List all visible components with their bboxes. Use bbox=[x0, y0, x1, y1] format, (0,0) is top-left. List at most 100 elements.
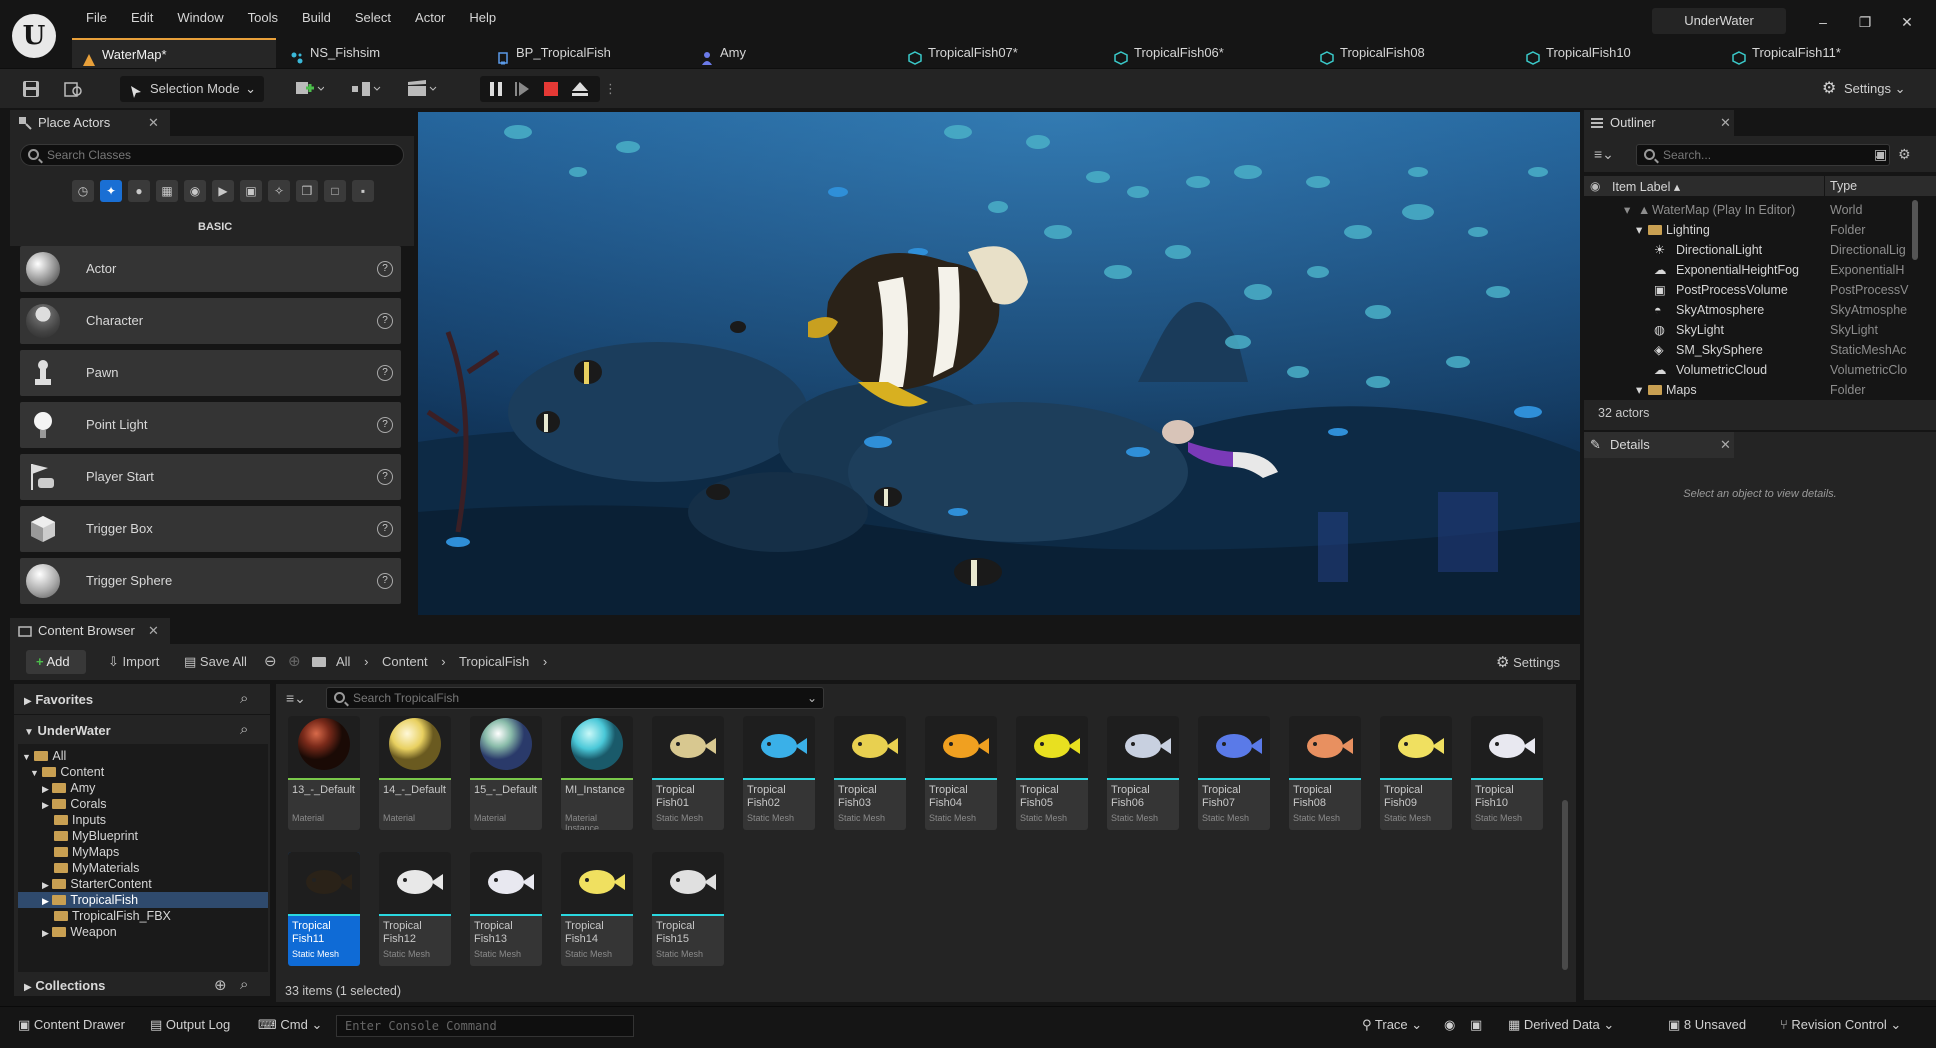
breadcrumb-all[interactable]: All bbox=[336, 654, 350, 669]
forward-icon[interactable]: ⊕ bbox=[288, 652, 301, 670]
console-input[interactable]: Enter Console Command bbox=[336, 1015, 634, 1037]
outliner-scrollbar[interactable] bbox=[1912, 200, 1918, 260]
pause-icon[interactable] bbox=[488, 76, 506, 102]
tree-tropicalfish-fbx[interactable]: TropicalFish_FBX bbox=[54, 908, 171, 924]
record-icon[interactable]: ◉ bbox=[1444, 1007, 1455, 1043]
asset-tile[interactable]: Tropical Fish02 Static Mesh bbox=[743, 716, 815, 830]
geometry-icon[interactable]: ✧ bbox=[268, 180, 290, 202]
close-icon[interactable]: ✕ bbox=[148, 110, 159, 136]
filter-icon[interactable]: ≡⌄ bbox=[1594, 146, 1614, 163]
asset-tile[interactable]: Tropical Fish07 Static Mesh bbox=[1198, 716, 1270, 830]
basic-icon[interactable]: ✦ bbox=[100, 180, 122, 202]
menu-actor[interactable]: Actor bbox=[403, 10, 457, 25]
stop-icon[interactable] bbox=[543, 76, 561, 102]
help-icon[interactable]: ? bbox=[377, 521, 393, 537]
tree-startercontent[interactable]: ▶ StarterContent bbox=[42, 876, 152, 892]
selection-mode-dropdown[interactable]: Selection Mode ⌄ bbox=[120, 76, 264, 102]
outliner-row-lighting[interactable]: ▾ Lighting Folder bbox=[1584, 220, 1936, 240]
menu-file[interactable]: File bbox=[74, 10, 119, 25]
actor-item-player-start[interactable]: Player Start ? bbox=[20, 454, 401, 500]
tree-mymaterials[interactable]: MyMaterials bbox=[54, 860, 139, 876]
tab-tropicalfish08[interactable]: TropicalFish08 bbox=[1310, 38, 1510, 68]
menu-edit[interactable]: Edit bbox=[119, 10, 165, 25]
layout-icon[interactable]: □ bbox=[324, 180, 346, 202]
settings-button[interactable]: ⚙ Settings ⌄ bbox=[1820, 76, 1920, 102]
close-icon[interactable]: ✕ bbox=[148, 618, 159, 644]
visibility-icon[interactable]: ◉ bbox=[1590, 179, 1600, 193]
lights-icon[interactable]: ● bbox=[128, 180, 150, 202]
close-icon[interactable]: ✕ bbox=[1892, 10, 1922, 34]
cmd-dropdown[interactable]: ⌨ Cmd ⌄ bbox=[258, 1007, 322, 1043]
asset-tile[interactable]: Tropical Fish01 Static Mesh bbox=[652, 716, 724, 830]
actor-item-actor[interactable]: Actor ? bbox=[20, 246, 401, 292]
blueprint-menu-icon[interactable] bbox=[350, 76, 390, 102]
actor-item-character[interactable]: Character ? bbox=[20, 298, 401, 344]
import-button[interactable]: ⇩ Import bbox=[108, 654, 159, 670]
outliner-row-fog[interactable]: ☁ ExponentialHeightFog ExponentialH bbox=[1584, 260, 1936, 280]
expand-arrow-icon[interactable]: ▾ bbox=[1636, 220, 1642, 240]
asset-tile[interactable]: Tropical Fish13 Static Mesh bbox=[470, 852, 542, 966]
minimize-icon[interactable]: – bbox=[1808, 10, 1838, 34]
menu-window[interactable]: Window bbox=[165, 10, 235, 25]
add-button[interactable]: + Add bbox=[26, 650, 86, 674]
menu-help[interactable]: Help bbox=[457, 10, 508, 25]
output-log-button[interactable]: ▤ Output Log bbox=[150, 1007, 230, 1043]
browse-icon[interactable] bbox=[64, 76, 90, 102]
expand-arrow-icon[interactable]: ▾ bbox=[1624, 200, 1630, 220]
expand-arrow-icon[interactable]: ▾ bbox=[1636, 380, 1642, 400]
revision-control-dropdown[interactable]: ⑂ Revision Control ⌄ bbox=[1780, 1007, 1901, 1043]
tab-tropicalfish06[interactable]: TropicalFish06* bbox=[1104, 38, 1304, 68]
content-drawer-button[interactable]: ▣ Content Drawer bbox=[18, 1007, 125, 1043]
outliner-row-skylight[interactable]: ◍ SkyLight SkyLight bbox=[1584, 320, 1936, 340]
menu-select[interactable]: Select bbox=[343, 10, 403, 25]
asset-tile[interactable]: MI_Instance Material Instance bbox=[561, 716, 633, 830]
tree-mymaps[interactable]: MyMaps bbox=[54, 844, 119, 860]
collections-header[interactable]: ▶ Collections bbox=[24, 978, 105, 993]
cinematics-icon[interactable] bbox=[406, 76, 446, 102]
actor-item-point-light[interactable]: Point Light ? bbox=[20, 402, 401, 448]
unreal-logo-icon[interactable]: U bbox=[12, 14, 56, 58]
tree-myblueprint[interactable]: MyBlueprint bbox=[54, 828, 138, 844]
outliner-row-skysphere[interactable]: ◈ SM_SkySphere StaticMeshAc bbox=[1584, 340, 1936, 360]
step-icon[interactable] bbox=[514, 76, 532, 102]
asset-tile[interactable]: Tropical Fish10 Static Mesh bbox=[1471, 716, 1543, 830]
asset-tile[interactable]: 14_-_Default Material bbox=[379, 716, 451, 830]
favorites-header[interactable]: ▶ Favorites bbox=[24, 692, 93, 707]
search-classes-input[interactable]: Search Classes bbox=[20, 144, 404, 166]
help-icon[interactable]: ? bbox=[377, 261, 393, 277]
tree-all[interactable]: ▼ All bbox=[22, 748, 66, 764]
outliner-row-directionallight[interactable]: ☀ DirectionalLight DirectionalLig bbox=[1584, 240, 1936, 260]
more-options-icon[interactable]: ⋮ bbox=[604, 76, 617, 102]
column-item-label[interactable]: Item Label ▴ bbox=[1612, 179, 1680, 194]
save-all-button[interactable]: ▤ Save All bbox=[184, 654, 247, 670]
cb-settings-button[interactable]: ⚙ Settings bbox=[1496, 653, 1560, 671]
tree-tropicalfish[interactable]: ▶ TropicalFish bbox=[42, 892, 138, 908]
tree-amy[interactable]: ▶ Amy bbox=[42, 780, 95, 796]
tab-bp-tropicalfish[interactable]: BP_TropicalFish bbox=[486, 38, 686, 68]
menu-build[interactable]: Build bbox=[290, 10, 343, 25]
tab-ns-fishsim[interactable]: NS_Fishsim bbox=[280, 38, 480, 68]
asset-tile[interactable]: Tropical Fish03 Static Mesh bbox=[834, 716, 906, 830]
help-icon[interactable]: ? bbox=[377, 365, 393, 381]
add-folder-icon[interactable]: ▣ bbox=[1874, 146, 1887, 163]
asset-tile[interactable]: 13_-_Default Material bbox=[288, 716, 360, 830]
cinematic-icon[interactable]: ◉ bbox=[184, 180, 206, 202]
actor-item-trigger-box[interactable]: Trigger Box ? bbox=[20, 506, 401, 552]
volumes-icon[interactable]: ▣ bbox=[240, 180, 262, 202]
asset-search-input[interactable]: Search TropicalFish ⌄ bbox=[326, 687, 824, 709]
shapes-icon[interactable]: ▦ bbox=[156, 180, 178, 202]
visual-effects-icon[interactable]: ▶ bbox=[212, 180, 234, 202]
outliner-row-skyatmosphere[interactable]: ◓ SkyAtmosphere SkyAtmosphe bbox=[1584, 300, 1936, 320]
camera-icon[interactable]: ▣ bbox=[1470, 1007, 1482, 1043]
asset-tile[interactable]: 15_-_Default Material bbox=[470, 716, 542, 830]
back-icon[interactable]: ⊖ bbox=[264, 652, 277, 670]
tab-watermap[interactable]: WaterMap* bbox=[72, 38, 276, 68]
asset-tile[interactable]: Tropical Fish11 Static Mesh bbox=[288, 852, 360, 966]
outliner-row-world[interactable]: ▾ ▲ WaterMap (Play In Editor) World bbox=[1584, 200, 1936, 220]
asset-tile[interactable]: Tropical Fish15 Static Mesh bbox=[652, 852, 724, 966]
tree-inputs[interactable]: Inputs bbox=[54, 812, 106, 828]
breadcrumb-content[interactable]: Content bbox=[382, 654, 428, 669]
asset-tile[interactable]: Tropical Fish06 Static Mesh bbox=[1107, 716, 1179, 830]
restore-icon[interactable]: ❐ bbox=[1850, 10, 1880, 34]
gear-icon[interactable]: ⚙ bbox=[1898, 146, 1911, 163]
